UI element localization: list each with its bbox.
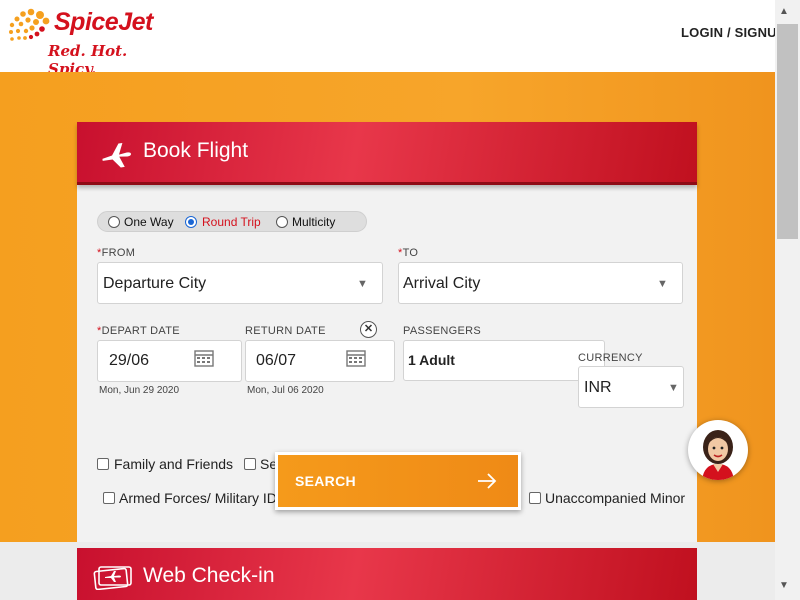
scroll-up-icon[interactable]: ▲ (779, 6, 789, 17)
calendar-icon[interactable] (194, 349, 214, 367)
return-date-label: RETURN DATE (245, 325, 326, 337)
round-trip-radio[interactable] (185, 216, 197, 228)
one-way-radio[interactable] (108, 216, 120, 228)
arrow-right-icon (478, 473, 497, 489)
to-label-text: TO (402, 247, 419, 259)
plane-icon (102, 142, 131, 168)
family-friends-label[interactable]: Family and Friends (114, 456, 233, 472)
chevron-down-icon: ▼ (357, 278, 368, 290)
passengers-label: PASSENGERS (403, 325, 481, 337)
chat-assistant-avatar[interactable] (688, 420, 748, 480)
family-friends-checkbox[interactable] (97, 458, 109, 470)
depart-date-full: Mon, Jun 29 2020 (99, 385, 180, 396)
unaccompanied-minor-checkbox[interactable] (529, 492, 541, 504)
clear-icon[interactable]: ✕ (360, 321, 377, 338)
currency-label: CURRENCY (578, 352, 643, 364)
chevron-down-icon: ▼ (657, 278, 668, 290)
scrollbar-thumb[interactable] (777, 24, 798, 239)
brand-name: SpiceJet (54, 8, 153, 36)
book-flight-title: Book Flight (143, 139, 249, 162)
armed-forces-checkbox[interactable] (103, 492, 115, 504)
web-checkin-title: Web Check-in (143, 564, 275, 587)
login-signup-link[interactable]: LOGIN / SIGNUP (681, 25, 786, 40)
ticket-icon (93, 566, 132, 590)
currency-value: INR (584, 379, 612, 396)
calendar-icon[interactable] (346, 349, 366, 367)
senior-citizen-checkbox[interactable] (244, 458, 256, 470)
passengers-value: 1 Adult (408, 352, 455, 368)
to-label: *TO (398, 247, 418, 259)
chevron-down-icon: ▼ (668, 382, 679, 394)
multicity-label[interactable]: Multicity (292, 215, 335, 229)
unaccompanied-minor-label[interactable]: Unaccompanied Minor (545, 490, 685, 506)
from-label: *FROM (97, 247, 135, 259)
return-date-value: 06/07 (256, 352, 297, 369)
from-label-text: FROM (101, 247, 136, 259)
to-city-value: Arrival City (403, 275, 481, 292)
round-trip-label[interactable]: Round Trip (202, 215, 261, 229)
spicejet-logo[interactable]: SpiceJet Red. Hot. Spicy. (6, 4, 153, 78)
from-city-value: Departure City (103, 275, 207, 292)
multicity-radio[interactable] (276, 216, 288, 228)
logo-sun-icon (9, 8, 50, 41)
depart-date-label: *DEPART DATE (97, 325, 180, 337)
one-way-label[interactable]: One Way (124, 215, 174, 229)
armed-forces-label[interactable]: Armed Forces/ Military ID (119, 490, 277, 506)
return-date-full: Mon, Jul 06 2020 (247, 385, 324, 396)
depart-date-label-text: DEPART DATE (101, 325, 180, 337)
depart-date-value: 29/06 (109, 352, 150, 369)
search-button-label: SEARCH (295, 473, 356, 489)
assistant-face-icon (702, 430, 734, 480)
scroll-down-icon[interactable]: ▼ (779, 580, 789, 591)
